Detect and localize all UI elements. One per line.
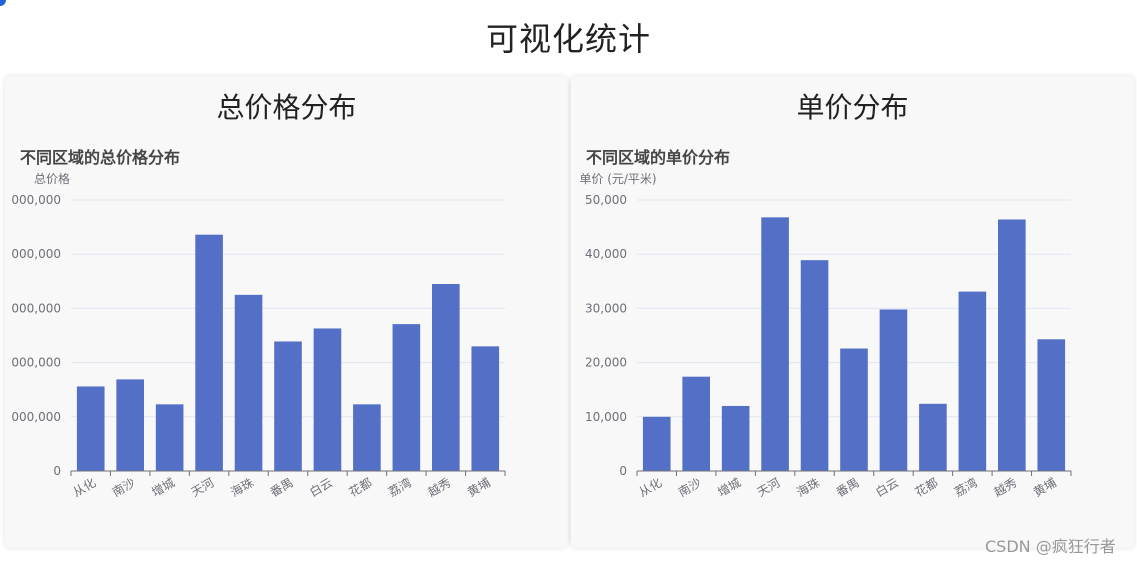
bar [642,416,671,471]
bar [274,341,302,471]
bar [234,294,263,471]
x-tick-label: 南沙 [675,475,703,500]
y-tick-label: 000,000 [11,301,61,315]
x-tick-label: 荔湾 [386,475,414,500]
watermark: CSDN @疯狂行者 [985,537,1116,556]
y-tick-label: 000,000 [11,247,61,261]
panel-unit-price: 单价分布 不同区域的单价分布 单价 (元/平米) 0 10,000 20,000 30,… [571,76,1134,548]
bar [958,291,987,471]
bar [761,217,789,471]
x-tick-label: 花都 [346,475,374,500]
y-tick-label: 50,000 [585,193,627,207]
bar [353,404,381,471]
bar [392,324,421,471]
x-tick-label: 南沙 [109,475,137,500]
y-axis-label: 总价格 [34,171,70,186]
x-tick-label: 从化 [636,475,664,499]
x-tick-label: 黄埔 [1031,475,1059,499]
y-tick-label: 0 [53,464,61,478]
x-tick-label: 天河 [755,475,783,499]
x-tick-label: 白云 [307,475,335,500]
y-axis-label: 单价 (元/平米) [579,172,656,186]
x-tick-label: 越秀 [992,475,1020,499]
x-tick-label: 从化 [70,475,98,499]
bar [840,348,868,471]
bar [879,309,908,471]
bar [800,260,829,471]
x-tick-label: 增城 [715,475,743,499]
bar [919,403,947,471]
bar [76,386,105,471]
bar [116,379,144,471]
x-tick-label: 海珠 [794,475,822,500]
y-tick-label: 000,000 [11,410,61,424]
page-title: 可视化统计 [485,20,651,58]
bar [721,405,750,471]
bar [155,404,184,471]
x-tick-label: 天河 [189,475,217,499]
x-tick-label: 海珠 [228,475,256,500]
bar [998,219,1026,471]
x-tick-label: 荔湾 [952,475,980,500]
x-tick-label: 黄埔 [465,475,493,499]
bar [682,376,710,471]
panel-total-price: 总价格分布 不同区域的总价格分布 总价格 0 000,000 000,000 000,0… [5,76,568,548]
y-tick-label: 30,000 [585,301,627,315]
x-tick-label: 越秀 [426,475,454,499]
y-tick-label: 000,000 [11,356,61,370]
bar [432,284,460,471]
bar [313,328,342,471]
corner-accent [0,0,6,6]
bar [195,234,223,471]
total-price-bar-chart: 总价格 0 000,000 000,000 000,000 000,000 000,000 从… [11,171,506,500]
y-tick-label: 000,000 [11,193,61,207]
y-tick-label: 10,000 [585,410,627,424]
bar [1037,339,1066,471]
y-tick-label: 40,000 [585,247,627,261]
x-tick-label: 番禺 [268,475,296,499]
x-tick-label: 增城 [149,475,177,499]
y-tick-label: 20,000 [585,356,627,370]
x-tick-label: 白云 [873,475,901,500]
bar [471,346,500,471]
x-tick-label: 番禺 [834,475,862,499]
unit-price-bar-chart: 单价 (元/平米) 0 10,000 20,000 30,000 40,000 50,000… [579,172,1072,500]
x-tick-label: 花都 [912,475,940,500]
y-tick-label: 0 [619,464,627,478]
